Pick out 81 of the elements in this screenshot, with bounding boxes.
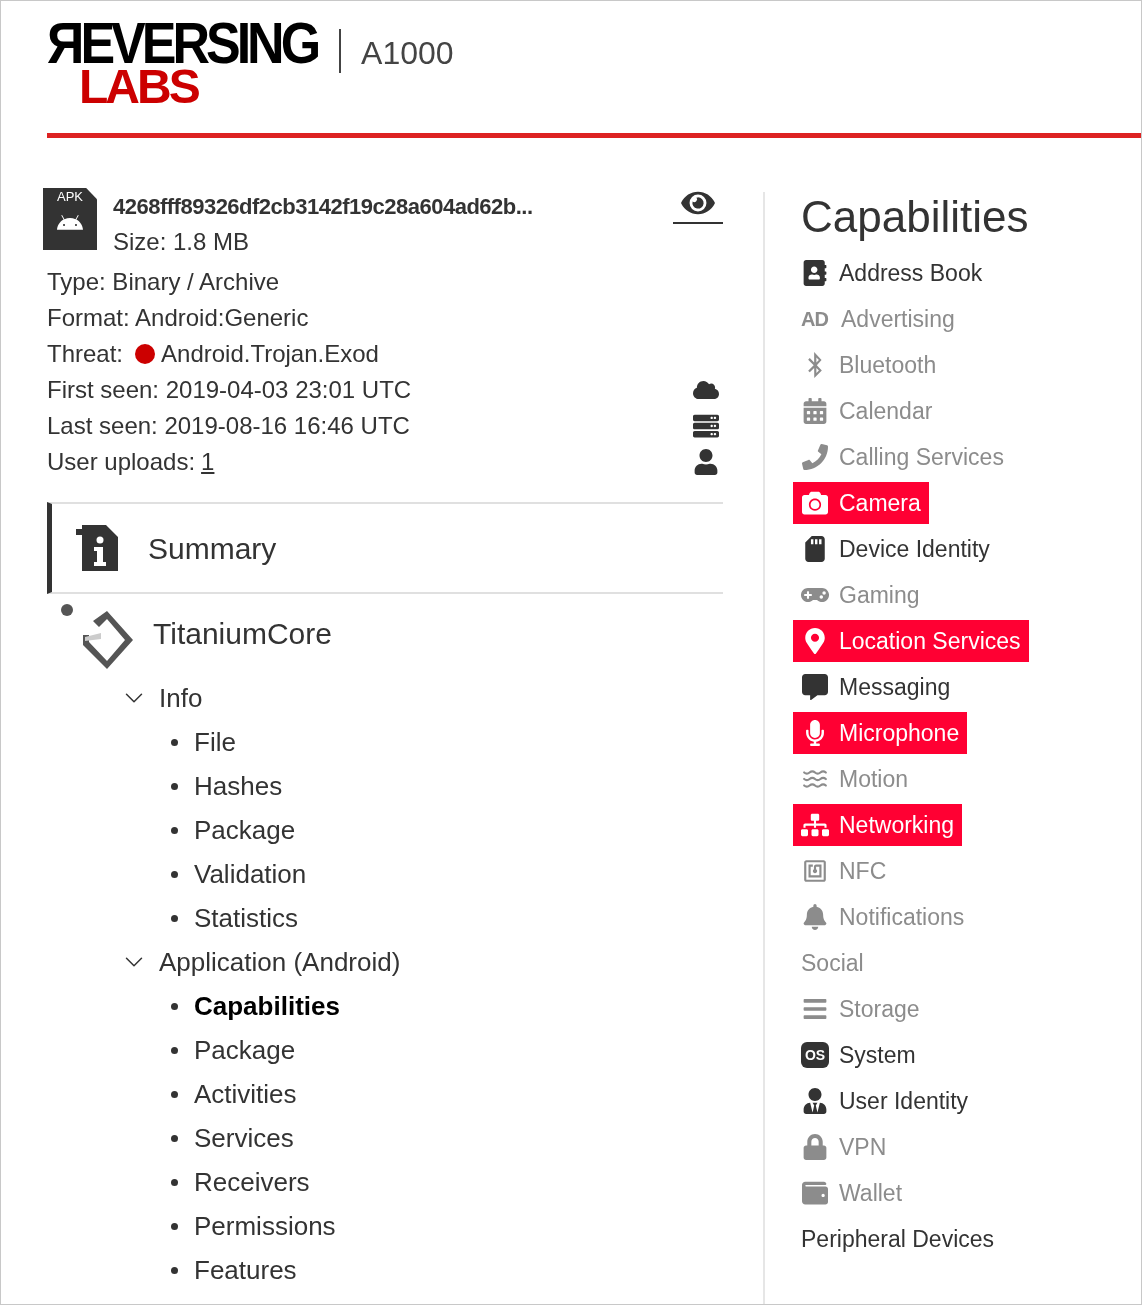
tree-item[interactable]: Permissions [194, 1206, 336, 1246]
bullet-icon [171, 1178, 178, 1186]
tree-item[interactable]: Capabilities [194, 986, 340, 1026]
capability-item: Wallet [793, 1172, 911, 1214]
capability-item: Notifications [793, 896, 973, 938]
capability-item: Bluetooth [793, 344, 945, 386]
bullet-icon [171, 914, 178, 922]
detail-text: First seen: 2019-04-03 23:01 UTC [47, 375, 412, 405]
capability-item: User Identity [793, 1080, 977, 1122]
lock-icon [801, 1134, 829, 1160]
os-icon: OS [801, 1042, 829, 1068]
capability-item: Social [800, 948, 865, 978]
bullet-icon [171, 782, 178, 790]
tree-group[interactable]: Application (Android) [119, 940, 723, 984]
bullet-icon [171, 738, 178, 746]
bullet-icon [171, 870, 178, 878]
detail-label: User uploads: [47, 447, 196, 477]
apk-file-icon: APK [43, 188, 97, 250]
bullet-icon [171, 1046, 178, 1054]
capability-item: Device Identity [793, 528, 998, 570]
tree-item[interactable]: Package [194, 810, 296, 850]
tree-item[interactable]: File [194, 722, 236, 762]
tree-item[interactable]: Package [194, 1030, 296, 1070]
detail-label: Threat: [47, 339, 124, 369]
info-file-icon [76, 525, 118, 571]
storage-icon [801, 996, 829, 1022]
bullet-icon [171, 1002, 178, 1010]
network-icon [801, 812, 829, 838]
capability-item: Microphone [793, 712, 968, 754]
bullet-icon [171, 1222, 178, 1230]
detail-text: Last seen: 2019-08-16 16:46 UTC [47, 411, 410, 441]
server-icon[interactable] [693, 413, 719, 439]
capability-item: Networking [793, 804, 963, 846]
tree-group[interactable]: Info [119, 676, 723, 720]
capability-item: VPN [793, 1126, 895, 1168]
product-name: A1000 [361, 34, 454, 73]
detail-text: Type: Binary / Archive [47, 267, 280, 297]
capability-item: Motion [793, 758, 917, 800]
logo[interactable]: ЯEVERSING LABS [47, 17, 318, 111]
nfc-icon [801, 858, 829, 884]
tree-item[interactable]: Activities [194, 1074, 297, 1114]
tree-item[interactable]: Services [194, 1118, 294, 1158]
user-icon[interactable] [693, 449, 719, 475]
threat-name: Android.Trojan.Exod [161, 339, 379, 369]
bell-icon [801, 904, 829, 930]
capability-item: Messaging [793, 666, 959, 708]
address-book-icon [801, 260, 829, 286]
user-tie-icon [801, 1088, 829, 1114]
capability-item: Peripheral Devices [800, 1224, 996, 1254]
wallet-icon [801, 1180, 829, 1206]
chat-icon [801, 674, 829, 700]
tree-item[interactable]: Features [194, 1250, 297, 1290]
camera-icon [801, 490, 829, 516]
file-hash: 4268fff89326df2cb3142f19c28a604ad62b... [113, 192, 533, 221]
capability-item: NFC [793, 850, 895, 892]
capability-item: Calendar [793, 390, 941, 432]
bullet-icon [171, 1134, 178, 1142]
ad-icon: AD [801, 305, 831, 333]
capability-item: Camera [793, 482, 929, 524]
capability-item: Address Book [793, 252, 991, 294]
phone-icon [801, 444, 829, 470]
bullet-icon [171, 1090, 178, 1098]
capability-item: Calling Services [793, 436, 1012, 478]
capability-item: Storage [793, 988, 928, 1030]
tree-item[interactable]: Hashes [194, 766, 283, 806]
detail-text: Format: Android:Generic [47, 303, 309, 333]
tree-item[interactable]: Receivers [194, 1162, 310, 1202]
engine-name[interactable]: TitaniumCore [153, 610, 332, 656]
calendar-icon [801, 398, 829, 424]
capability-item: OS System [793, 1034, 924, 1076]
bullet-icon [171, 826, 178, 834]
capabilities-title: Capabilities [801, 191, 1030, 243]
tree-item[interactable]: Validation [194, 854, 307, 894]
tree-item[interactable]: Statistics [194, 898, 299, 938]
capability-item: Gaming [793, 574, 928, 616]
file-size: Size: 1.8 MB [113, 227, 251, 257]
summary-tab[interactable]: Summary [47, 502, 723, 594]
capability-item: AD Advertising [800, 304, 956, 335]
uploads-link[interactable]: 1 [201, 444, 215, 480]
bullet-icon [171, 1266, 178, 1274]
capability-item: Location Services [793, 620, 1029, 662]
